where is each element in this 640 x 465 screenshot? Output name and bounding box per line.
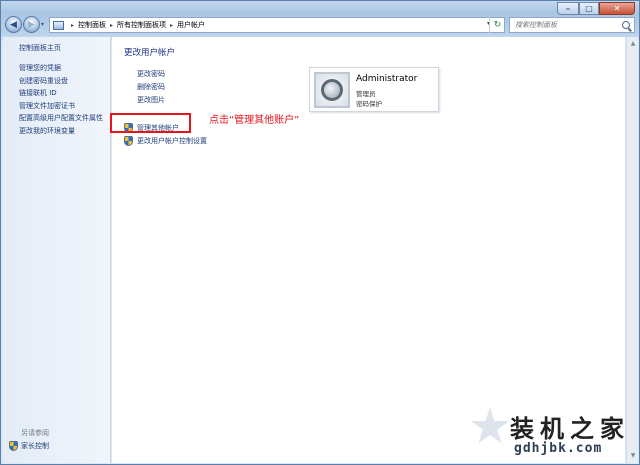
left-pane: 控制面板主页 管理您的凭据 创建密码重设盘 链接联机 ID 管理文件加密证书 配…	[3, 37, 111, 463]
satellite-dish-icon	[321, 79, 343, 101]
minimize-button[interactable]: –	[557, 2, 579, 15]
breadcrumb-item-user-accounts[interactable]: 用户帐户	[177, 20, 205, 30]
address-bar[interactable]: ▸ 控制面板 ▸ 所有控制面板项 ▸ 用户帐户 ▾	[49, 17, 505, 33]
close-button[interactable]: ✕	[599, 2, 635, 15]
shield-icon	[124, 135, 133, 146]
shield-icon	[9, 441, 18, 451]
search-icon[interactable]	[622, 21, 630, 29]
annotation-text: 点击“管理其他账户”	[209, 115, 300, 126]
caption-buttons: – □ ✕	[557, 2, 635, 15]
maximize-button[interactable]: □	[579, 2, 599, 15]
link-online-id-link[interactable]: 链接联机 ID	[19, 87, 103, 100]
remove-password-link[interactable]: 删除密码	[137, 81, 165, 94]
forward-button[interactable]: ▶	[23, 16, 40, 33]
search-input[interactable]	[515, 21, 615, 29]
environment-variables-link[interactable]: 更改我的环境变量	[19, 125, 103, 138]
main-content: 更改用户帐户 更改密码 删除密码 更改图片 管理其他帐户 更改用户帐户控制设置 …	[112, 37, 625, 463]
avatar	[314, 72, 350, 108]
breadcrumb-item-all-items[interactable]: 所有控制面板项	[117, 20, 166, 30]
back-button[interactable]: ◀	[5, 16, 22, 33]
breadcrumb-item-control-panel[interactable]: 控制面板	[78, 20, 106, 30]
breadcrumb-separator[interactable]: ▸	[71, 22, 74, 29]
breadcrumb-separator[interactable]: ▸	[170, 22, 173, 29]
annotation-highlight-box	[110, 113, 191, 133]
create-password-reset-disk-link[interactable]: 创建密码重设盘	[19, 75, 103, 88]
search-box[interactable]	[509, 17, 635, 33]
uac-settings-label[interactable]: 更改用户帐户控制设置	[137, 136, 207, 146]
advanced-profile-properties-link[interactable]: 配置高级用户配置文件属性	[19, 112, 103, 125]
account-password-status: 密码保护	[356, 100, 382, 108]
breadcrumb-separator[interactable]: ▸	[110, 22, 113, 29]
scroll-up-icon[interactable]: ▲	[628, 39, 638, 49]
task-links: 更改密码 删除密码 更改图片	[137, 68, 165, 107]
left-pane-links: 管理您的凭据 创建密码重设盘 链接联机 ID 管理文件加密证书 配置高级用户配置…	[19, 62, 103, 137]
control-panel-window: – □ ✕ ◀ ▶ ▾ ▸ 控制面板 ▸ 所有控制面板项 ▸ 用户帐户 ▾ ↻ …	[0, 0, 640, 465]
manage-encryption-certificates-link[interactable]: 管理文件加密证书	[19, 100, 103, 113]
account-name: Administrator	[356, 74, 418, 84]
recent-pages-icon[interactable]: ▾	[41, 21, 44, 28]
parental-controls-label[interactable]: 家长控制	[21, 441, 49, 451]
page-title: 更改用户帐户	[124, 48, 176, 58]
manage-credentials-link[interactable]: 管理您的凭据	[19, 62, 103, 75]
watermark: 装机之家 gdhjbk.com	[470, 405, 640, 465]
watermark-url: gdhjbk.com	[514, 441, 603, 456]
parental-controls-link[interactable]: 家长控制	[9, 441, 49, 451]
account-tile[interactable]: Administrator 管理员 密码保护	[309, 67, 439, 112]
control-panel-home-link[interactable]: 控制面板主页	[19, 43, 61, 53]
control-panel-icon	[53, 20, 64, 30]
watermark-text: 装机之家	[510, 414, 630, 443]
uac-settings-link[interactable]: 更改用户帐户控制设置	[124, 134, 207, 147]
see-also-heading: 另请参阅	[21, 429, 49, 437]
refresh-button[interactable]: ↻	[489, 17, 505, 33]
vertical-scrollbar[interactable]: ▲ ▼	[626, 37, 638, 463]
navigation-bar: ◀ ▶ ▾ ▸ 控制面板 ▸ 所有控制面板项 ▸ 用户帐户 ▾ ↻	[5, 15, 637, 35]
change-password-link[interactable]: 更改密码	[137, 68, 165, 81]
account-type: 管理员	[356, 90, 376, 98]
star-logo-icon	[470, 407, 510, 444]
change-picture-link[interactable]: 更改图片	[137, 94, 165, 107]
